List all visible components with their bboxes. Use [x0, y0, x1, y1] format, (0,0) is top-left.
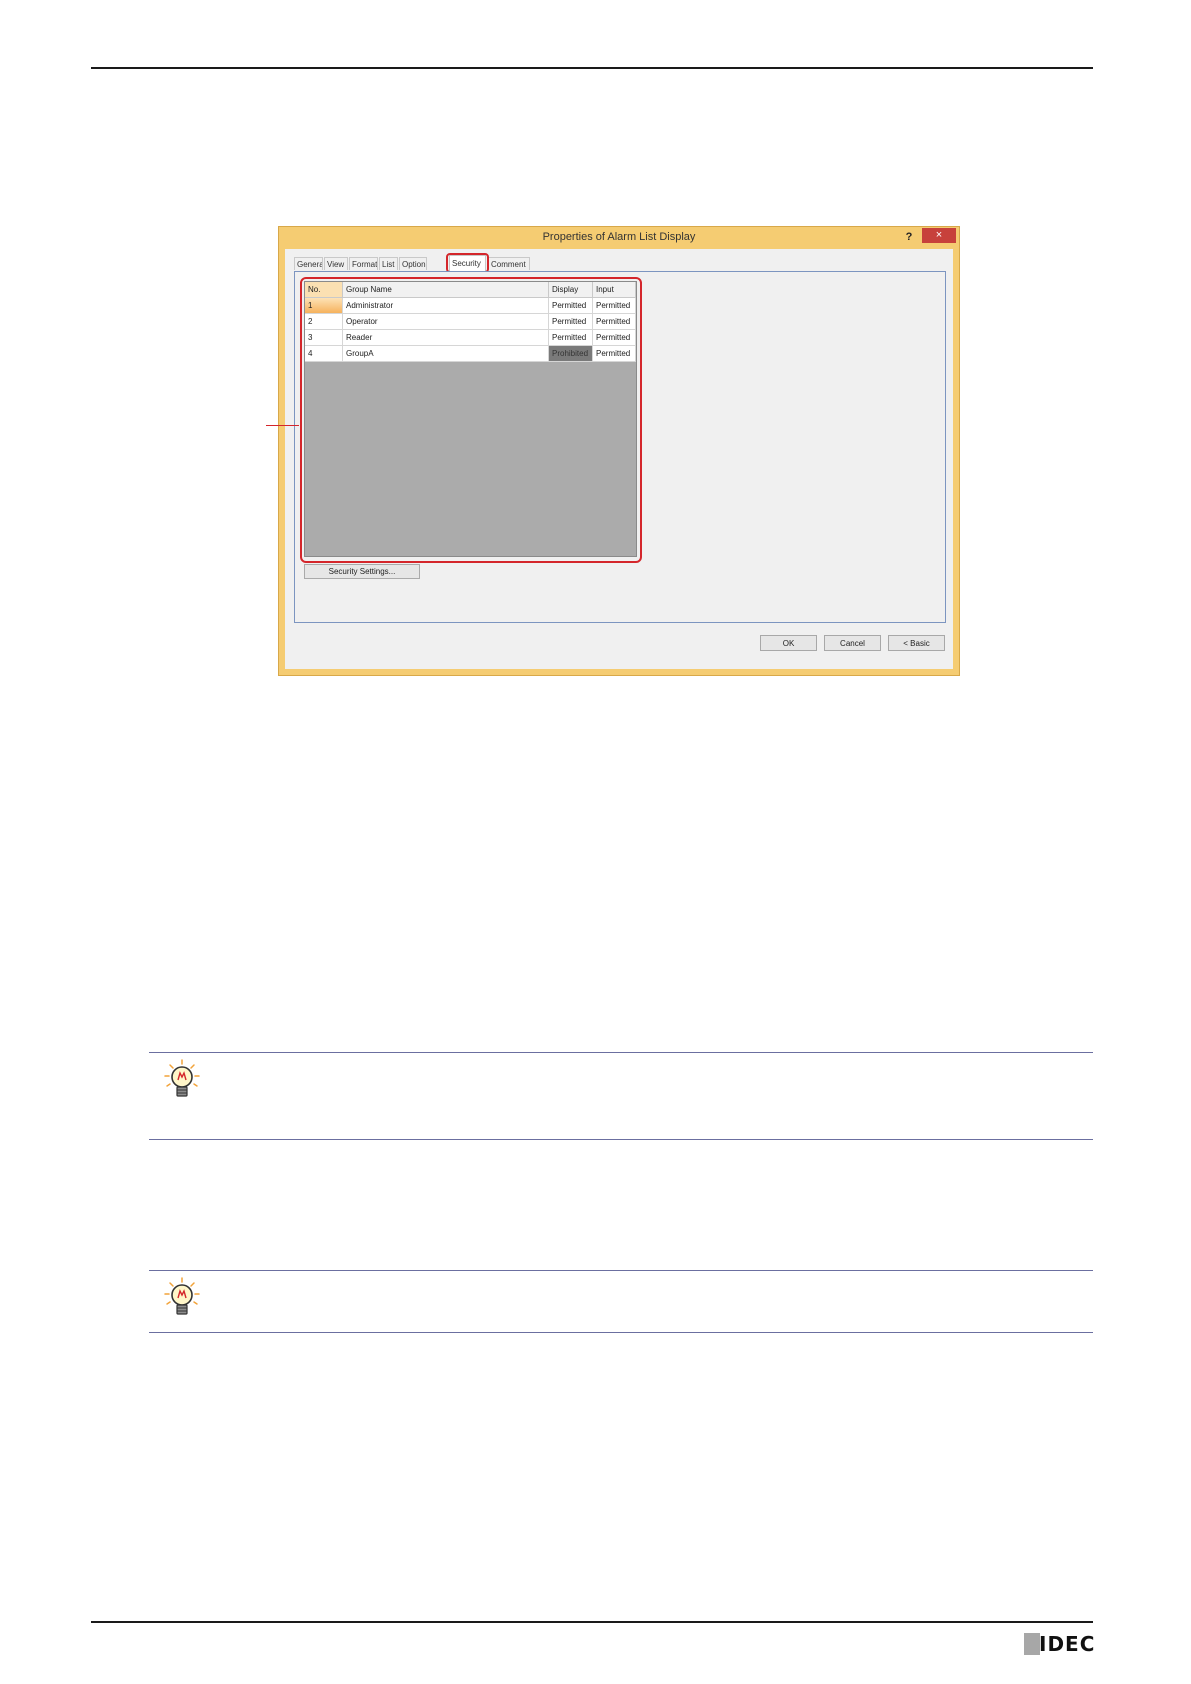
dialog-titlebar[interactable]: Properties of Alarm List Display ? × [279, 227, 959, 249]
tab-view[interactable]: View [324, 257, 348, 270]
security-panel: No. Group Name Display Input 1 Administr… [294, 271, 946, 623]
cancel-button[interactable]: Cancel [824, 635, 881, 651]
tab-general[interactable]: General [294, 257, 323, 270]
tab-comment[interactable]: Comment [488, 257, 530, 270]
help-button[interactable]: ? [899, 228, 919, 246]
logo-mark [1024, 1633, 1040, 1655]
idec-logo: IDEC [1024, 1632, 1096, 1656]
logo-text: IDEC [1039, 1632, 1096, 1656]
tab-list[interactable]: List [379, 257, 398, 270]
dialog-title: Properties of Alarm List Display [542, 231, 696, 243]
tip-bottom-rule [149, 1139, 1093, 1140]
tip-box-2 [149, 1270, 1093, 1333]
tip-top-rule [149, 1270, 1093, 1271]
close-button[interactable]: × [922, 228, 956, 243]
header-rule [91, 67, 1093, 69]
lightbulb-icon [161, 1276, 203, 1320]
lightbulb-icon [161, 1058, 203, 1102]
dialog-client-area: General View Format List Option Security… [285, 249, 953, 669]
security-settings-button[interactable]: Security Settings... [304, 564, 420, 579]
ok-button[interactable]: OK [760, 635, 817, 651]
grid-highlight [300, 277, 642, 563]
tip-top-rule [149, 1052, 1093, 1053]
tip-bottom-rule [149, 1332, 1093, 1333]
tab-format[interactable]: Format [349, 257, 378, 270]
basic-button[interactable]: < Basic [888, 635, 945, 651]
properties-dialog: Properties of Alarm List Display ? × Gen… [278, 226, 960, 676]
security-tab-highlight [446, 253, 489, 273]
tip-box-1 [149, 1052, 1093, 1140]
callout-leader-line [266, 425, 299, 426]
footer-rule [91, 1621, 1093, 1623]
tab-option[interactable]: Option [399, 257, 427, 270]
